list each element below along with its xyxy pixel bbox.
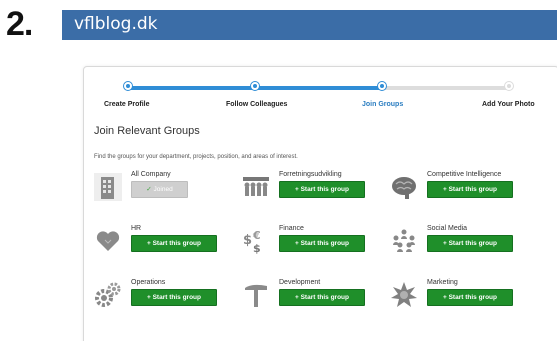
- step-number: 2.: [6, 5, 33, 43]
- gears-icon: [95, 282, 121, 307]
- joined-label: Joined: [153, 186, 173, 193]
- page-subtitle: Find the groups for your department, pro…: [94, 154, 298, 160]
- svg-text:$: $: [243, 233, 252, 248]
- step-dot-add-photo[interactable]: [505, 82, 513, 90]
- group-marketing: Marketing + Start this group: [390, 279, 540, 315]
- start-group-button[interactable]: + Start this group: [279, 289, 365, 306]
- people-meeting-icon: [242, 173, 270, 201]
- page-title: Join Relevant Groups: [94, 125, 200, 137]
- step-label-follow-colleagues[interactable]: Follow Colleagues: [226, 101, 287, 108]
- joined-button[interactable]: ✓ Joined: [131, 181, 188, 198]
- group-finance: $ € $ Finance + Start this group: [242, 225, 392, 261]
- group-name: Forretningsudvikling: [279, 171, 342, 178]
- step-dot-create-profile[interactable]: [124, 82, 132, 90]
- start-group-button[interactable]: + Start this group: [427, 181, 513, 198]
- svg-text:$: $: [253, 242, 261, 255]
- start-group-button[interactable]: + Start this group: [279, 235, 365, 252]
- step-dot-follow-colleagues[interactable]: [251, 82, 259, 90]
- money-icon: $ € $: [243, 229, 261, 255]
- step-label-join-groups[interactable]: Join Groups: [362, 101, 403, 108]
- check-icon: ✓: [146, 186, 152, 193]
- group-name: Competitive Intelligence: [427, 171, 502, 178]
- svg-text:€: €: [252, 229, 261, 242]
- site-name: vflblog.dk: [74, 14, 158, 34]
- group-name: Social Media: [427, 225, 468, 232]
- group-name: Marketing: [427, 279, 458, 286]
- group-forretningsudvikling: Forretningsudvikling + Start this group: [242, 171, 392, 207]
- group-competitive-intelligence: Competitive Intelligence + Start this gr…: [390, 171, 540, 207]
- group-name: Development: [279, 279, 321, 286]
- progress-track: [128, 86, 511, 90]
- hammer-icon: [245, 284, 267, 307]
- group-operations: Operations + Start this group: [94, 279, 244, 315]
- group-all-company: All Company ✓ Joined: [94, 171, 244, 207]
- group-name: Finance: [279, 225, 304, 232]
- start-group-button[interactable]: + Start this group: [131, 235, 217, 252]
- group-name: All Company: [131, 171, 171, 178]
- group-hr: HR + Start this group: [94, 225, 244, 261]
- group-social-media: Social Media + Start this group: [390, 225, 540, 261]
- step-label-add-photo[interactable]: Add Your Photo: [482, 101, 535, 108]
- heart-icon: [96, 231, 120, 251]
- social-network-icon: [393, 229, 415, 252]
- brain-icon: [392, 177, 416, 199]
- starburst-icon: [391, 282, 417, 307]
- onboarding-panel: Create Profile Follow Colleagues Join Gr…: [83, 66, 557, 341]
- start-group-button[interactable]: + Start this group: [131, 289, 217, 306]
- start-group-button[interactable]: + Start this group: [279, 181, 365, 198]
- building-icon: [94, 173, 122, 201]
- group-development: Development + Start this group: [242, 279, 392, 315]
- step-dot-join-groups[interactable]: [378, 82, 386, 90]
- start-group-button[interactable]: + Start this group: [427, 235, 513, 252]
- start-group-button[interactable]: + Start this group: [427, 289, 513, 306]
- group-name: HR: [131, 225, 142, 232]
- site-banner: vflblog.dk: [62, 10, 557, 40]
- step-label-create-profile[interactable]: Create Profile: [104, 101, 150, 108]
- group-name: Operations: [131, 279, 166, 286]
